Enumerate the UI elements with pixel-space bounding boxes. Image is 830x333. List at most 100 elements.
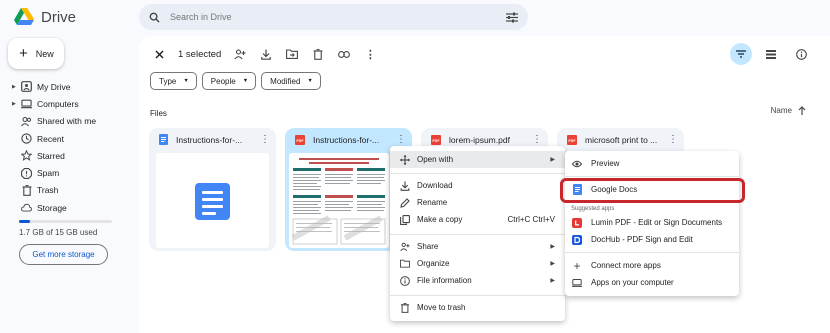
menu-item-share[interactable]: Share ▶ bbox=[390, 238, 565, 255]
sidebar-item-recent[interactable]: Recent bbox=[8, 130, 130, 147]
filter-view-icon[interactable] bbox=[730, 43, 752, 65]
submenu-arrow-icon: ▶ bbox=[550, 157, 555, 163]
highlight-annotation bbox=[560, 178, 745, 203]
suggested-apps-header: Suggested apps bbox=[571, 206, 615, 212]
pdf-icon: PDF bbox=[567, 134, 577, 145]
sidebar-item-shared-with-me[interactable]: Shared with me bbox=[8, 113, 130, 130]
menu-divider bbox=[390, 234, 565, 235]
sidebar-item-label: My Drive bbox=[37, 81, 71, 92]
star-icon bbox=[21, 150, 32, 162]
search-input[interactable] bbox=[170, 12, 506, 22]
sort-ascending-icon[interactable] bbox=[798, 106, 806, 115]
search-icon[interactable] bbox=[149, 12, 160, 23]
menu-item-label: Download bbox=[417, 181, 453, 190]
sidebar-item-label: Trash bbox=[37, 185, 59, 196]
sidebar-item-label: Computers bbox=[37, 98, 79, 109]
info-icon[interactable] bbox=[790, 43, 812, 65]
submenu-item-apps-on-computer[interactable]: Apps on your computer bbox=[565, 274, 739, 291]
list-view-icon[interactable] bbox=[760, 43, 782, 65]
more-options-icon[interactable]: ⋮ bbox=[396, 134, 406, 145]
menu-item-open-with[interactable]: Open with ▶ bbox=[390, 151, 565, 168]
dropdown-arrow-icon: ▼ bbox=[242, 78, 249, 84]
drive-logo[interactable]: Drive bbox=[14, 8, 76, 26]
dropdown-arrow-icon: ▼ bbox=[183, 78, 189, 84]
file-card[interactable]: Instructions-for-... ⋮ bbox=[149, 128, 276, 251]
search-bar[interactable] bbox=[139, 4, 528, 30]
menu-item-rename[interactable]: Rename bbox=[390, 194, 565, 211]
plus-icon: + bbox=[573, 258, 581, 273]
sidebar-nav: ▶ My Drive ▶ Computers Shared with me Re… bbox=[8, 78, 130, 216]
file-card-header: PDF microsoft print to ... ⋮ bbox=[557, 128, 684, 151]
menu-item-label: Open with bbox=[417, 155, 454, 164]
move-to-folder-icon[interactable] bbox=[285, 47, 299, 61]
sidebar-item-my-drive[interactable]: ▶ My Drive bbox=[8, 78, 130, 95]
svg-text:PDF: PDF bbox=[432, 138, 440, 142]
more-actions-icon[interactable]: ⋮ bbox=[363, 47, 377, 61]
submenu-item-label: Lumin PDF - Edit or Sign Documents bbox=[591, 218, 723, 227]
sidebar-item-spam[interactable]: Spam bbox=[8, 164, 130, 181]
more-options-icon[interactable]: ⋮ bbox=[260, 134, 270, 145]
svg-text:PDF: PDF bbox=[296, 138, 304, 142]
menu-divider bbox=[390, 295, 565, 296]
sort-control[interactable]: Name bbox=[771, 106, 806, 115]
filter-label: Modified bbox=[270, 76, 301, 86]
sidebar-item-storage[interactable]: Storage bbox=[8, 199, 130, 216]
context-menu: Open with ▶ Download Rename Make a copy … bbox=[390, 146, 565, 321]
sidebar-item-computers[interactable]: ▶ Computers bbox=[8, 95, 130, 112]
file-title: lorem-ipsum.pdf bbox=[449, 134, 510, 145]
keyboard-shortcut: Ctrl+C Ctrl+V bbox=[507, 215, 555, 224]
submenu-item-lumin[interactable]: Lumin PDF - Edit or Sign Documents bbox=[565, 214, 739, 231]
sidebar-item-starred[interactable]: Starred bbox=[8, 147, 130, 164]
dochub-icon bbox=[572, 234, 582, 245]
submenu-item-dochub[interactable]: DocHub - PDF Sign and Edit bbox=[565, 231, 739, 248]
download-icon[interactable] bbox=[259, 47, 273, 61]
more-options-icon[interactable]: ⋮ bbox=[668, 134, 678, 145]
sort-label: Name bbox=[770, 106, 792, 115]
copy-link-icon[interactable] bbox=[337, 47, 351, 61]
eye-icon bbox=[572, 159, 582, 169]
submenu-arrow-icon: ▶ bbox=[550, 278, 555, 284]
expand-arrow-icon[interactable]: ▶ bbox=[12, 84, 16, 90]
sidebar-item-label: Spam bbox=[37, 168, 60, 179]
submenu-arrow-icon: ▶ bbox=[550, 244, 555, 250]
menu-divider bbox=[565, 252, 739, 253]
menu-item-file-information[interactable]: File information ▶ bbox=[390, 272, 565, 289]
spam-icon bbox=[21, 167, 32, 179]
files-section-label: Files bbox=[150, 109, 167, 118]
menu-item-make-copy[interactable]: Make a copy Ctrl+C Ctrl+V bbox=[390, 211, 565, 228]
get-more-storage-button[interactable]: Get more storage bbox=[19, 244, 108, 265]
filter-people[interactable]: People ▼ bbox=[201, 72, 257, 90]
submenu-item-label: Apps on your computer bbox=[591, 278, 674, 287]
file-thumbnail bbox=[156, 153, 269, 248]
pdf-icon: PDF bbox=[295, 134, 305, 145]
filter-type[interactable]: Type ▼ bbox=[150, 72, 197, 90]
sidebar-item-trash[interactable]: Trash bbox=[8, 182, 130, 199]
menu-divider bbox=[390, 173, 565, 174]
submenu-item-label: DocHub - PDF Sign and Edit bbox=[591, 235, 693, 244]
new-button[interactable]: + New bbox=[8, 38, 64, 69]
delete-icon[interactable] bbox=[311, 47, 325, 61]
submenu-item-preview[interactable]: Preview bbox=[565, 155, 739, 172]
share-person-icon[interactable] bbox=[233, 47, 247, 61]
menu-divider bbox=[565, 176, 739, 177]
storage-usage-text: 1.7 GB of 15 GB used bbox=[19, 228, 98, 237]
menu-item-label: Organize bbox=[417, 259, 450, 268]
expand-arrow-icon[interactable]: ▶ bbox=[12, 101, 16, 107]
search-options-icon[interactable] bbox=[506, 12, 518, 23]
computer-icon bbox=[572, 278, 582, 288]
plus-icon: + bbox=[19, 45, 28, 62]
menu-item-download[interactable]: Download bbox=[390, 177, 565, 194]
info-icon bbox=[400, 275, 410, 286]
submenu-item-connect-more-apps[interactable]: + Connect more apps bbox=[565, 257, 739, 274]
shared-icon bbox=[21, 116, 32, 127]
file-title: Instructions-for-... bbox=[313, 134, 380, 145]
download-icon bbox=[400, 180, 410, 191]
pdf-document-thumbnail bbox=[289, 153, 389, 248]
more-options-icon[interactable]: ⋮ bbox=[532, 134, 542, 145]
selection-toolbar: 1 selected ⋮ bbox=[152, 47, 389, 61]
menu-item-organize[interactable]: Organize ▶ bbox=[390, 255, 565, 272]
menu-item-label: Make a copy bbox=[417, 215, 463, 224]
filter-modified[interactable]: Modified ▼ bbox=[261, 72, 321, 90]
clear-selection-icon[interactable] bbox=[152, 47, 166, 61]
menu-item-move-to-trash[interactable]: Move to trash bbox=[390, 299, 565, 316]
